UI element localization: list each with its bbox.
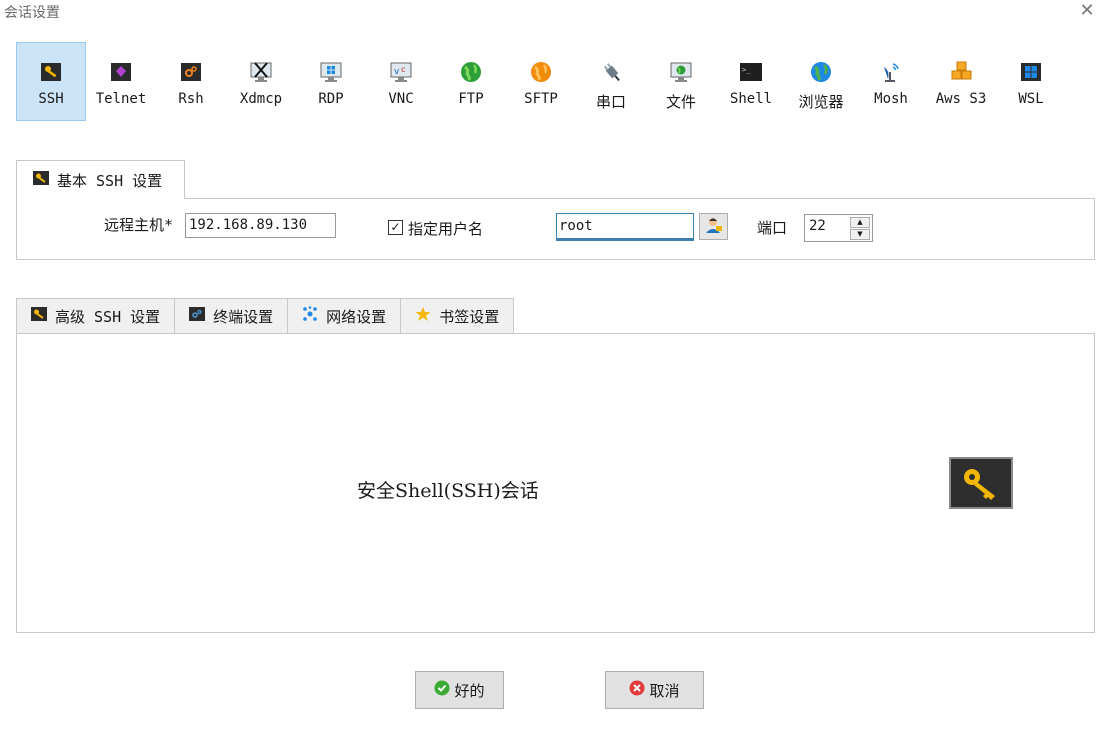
- tab-label: 书签设置: [439, 307, 500, 326]
- key-icon: [40, 61, 62, 83]
- session-type-label: RDP: [318, 91, 344, 107]
- session-type-rsh[interactable]: Rsh: [156, 42, 226, 121]
- close-icon[interactable]: ✕: [1076, 0, 1098, 22]
- tab-terminal-settings[interactable]: 终端设置: [174, 298, 288, 334]
- advanced-settings-panel: [16, 333, 1095, 633]
- session-type-label: WSL: [1018, 91, 1044, 107]
- remote-host-input[interactable]: 192.168.89.130: [185, 213, 336, 238]
- mosh-satellite-icon: [880, 61, 902, 83]
- session-type-label: SFTP: [524, 91, 558, 107]
- advanced-tabs: 高级 SSH 设置 终端设置 网络设置 书签设置: [16, 298, 515, 334]
- tab-label: 高级 SSH 设置: [55, 307, 161, 326]
- svg-text:>_: >_: [742, 66, 751, 74]
- shell-terminal-icon: >_: [740, 61, 762, 83]
- session-type-browser[interactable]: 浏览器: [786, 42, 856, 121]
- username-input[interactable]: root: [556, 213, 694, 241]
- port-decrement-button[interactable]: ▼: [850, 229, 870, 240]
- session-type-label: VNC: [388, 91, 414, 107]
- session-type-label: 文件: [665, 93, 696, 111]
- key-icon: [31, 307, 47, 325]
- ok-button-label: 好的: [454, 681, 485, 700]
- file-monitor-icon: [670, 61, 692, 83]
- window-title: 会话设置: [4, 5, 60, 21]
- svg-text:v: v: [394, 67, 400, 77]
- check-circle-icon: [434, 680, 450, 700]
- session-type-label: Aws S3: [935, 91, 987, 107]
- user-manager-button[interactable]: [699, 213, 728, 240]
- session-type-mosh[interactable]: Mosh: [856, 42, 926, 121]
- session-type-label: SSH: [38, 91, 64, 107]
- key-icon: [33, 171, 49, 189]
- session-type-ssh[interactable]: SSH: [16, 42, 86, 121]
- session-type-label: Rsh: [178, 91, 204, 107]
- session-type-label: 浏览器: [798, 93, 844, 111]
- session-type-vnc[interactable]: vc VNC: [366, 42, 436, 121]
- session-type-label: Telnet: [95, 91, 147, 107]
- remote-host-label: 远程主机*: [104, 214, 173, 235]
- tab-advanced-ssh-settings[interactable]: 高级 SSH 设置: [16, 298, 175, 334]
- session-type-file[interactable]: 文件: [646, 42, 716, 121]
- session-type-label: Xdmcp: [239, 91, 283, 107]
- cancel-button[interactable]: 取消: [605, 671, 704, 709]
- cancel-circle-icon: [629, 680, 645, 700]
- session-type-shell[interactable]: >_ Shell: [716, 42, 786, 121]
- tab-network-settings[interactable]: 网络设置: [287, 298, 401, 334]
- rdp-monitor-icon: [320, 61, 342, 83]
- rsh-icon: [180, 61, 202, 83]
- tab-label: 基本 SSH 设置: [57, 171, 163, 190]
- port-value[interactable]: 22: [809, 218, 826, 234]
- terminal-icon: [189, 307, 206, 325]
- tab-label: 终端设置: [213, 307, 274, 326]
- session-type-telnet[interactable]: Telnet: [86, 42, 156, 121]
- session-description: 安全Shell(SSH)会话: [357, 480, 539, 502]
- tab-label: 网络设置: [326, 307, 387, 326]
- remote-host-label-text: 远程主机: [104, 216, 165, 234]
- session-type-xdmcp[interactable]: Xdmcp: [226, 42, 296, 121]
- port-increment-button[interactable]: ▲: [850, 217, 870, 228]
- serial-plug-icon: [600, 61, 622, 83]
- port-label: 端口: [757, 219, 788, 237]
- session-type-label: Mosh: [874, 91, 908, 107]
- star-icon: [415, 306, 431, 326]
- cancel-button-label: 取消: [649, 681, 680, 700]
- session-type-wsl[interactable]: WSL: [996, 42, 1066, 121]
- session-type-sftp[interactable]: SFTP: [506, 42, 576, 121]
- tab-bookmark-settings[interactable]: 书签设置: [400, 298, 515, 334]
- session-type-serial[interactable]: 串口: [576, 42, 646, 121]
- specify-username-label[interactable]: 指定用户名: [408, 218, 483, 239]
- sftp-globe-icon: [530, 61, 552, 83]
- session-type-toolbar: SSH Telnet Rsh Xdmcp RDP vc VNC FTP SFTP…: [16, 42, 1066, 121]
- svg-text:c: c: [401, 65, 405, 74]
- specify-username-checkbox[interactable]: ✓: [388, 220, 403, 235]
- session-type-rdp[interactable]: RDP: [296, 42, 366, 121]
- network-icon: [302, 306, 318, 326]
- session-type-label: Shell: [729, 91, 773, 107]
- browser-globe-icon: [810, 61, 832, 83]
- xdmcp-icon: [250, 61, 272, 83]
- session-type-label: FTP: [458, 91, 484, 107]
- ftp-globe-icon: [460, 61, 482, 83]
- session-type-ftp[interactable]: FTP: [436, 42, 506, 121]
- telnet-icon: [110, 61, 132, 83]
- port-input[interactable]: 22 ▲ ▼: [804, 214, 873, 242]
- session-type-aws-s3[interactable]: Aws S3: [926, 42, 996, 121]
- vnc-icon: vc: [390, 61, 412, 83]
- session-type-label: 串口: [595, 93, 626, 111]
- required-mark: *: [164, 216, 174, 234]
- ok-button[interactable]: 好的: [415, 671, 504, 709]
- aws-cubes-icon: [950, 61, 972, 83]
- user-icon: [705, 216, 723, 238]
- windows-logo-icon: [1020, 61, 1042, 83]
- tab-basic-ssh-settings[interactable]: 基本 SSH 设置: [16, 160, 185, 199]
- key-icon: [949, 457, 1013, 509]
